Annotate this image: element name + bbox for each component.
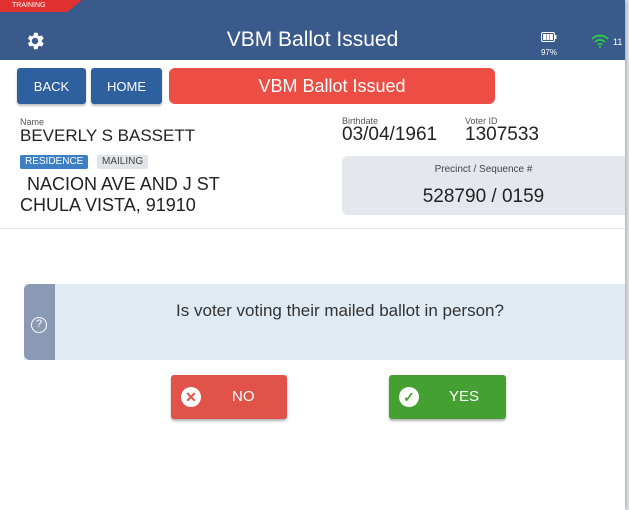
home-button[interactable]: HOME xyxy=(91,68,162,104)
no-label: NO xyxy=(232,388,255,405)
birthdate-value: 03/04/1961 xyxy=(342,124,438,145)
question-panel: ? Is voter voting their mailed ballot in… xyxy=(24,284,625,360)
voter-id-value: 1307533 xyxy=(465,124,539,145)
check-icon: ✓ xyxy=(399,387,419,407)
ballot-screen: TRAINING VBM Ballot Issued 97% 11 BACK H… xyxy=(0,0,625,510)
question-text: Is voter voting their mailed ballot in p… xyxy=(176,301,504,320)
address-line-1: NACION AVE AND J ST xyxy=(27,174,220,194)
close-icon: ✕ xyxy=(181,387,201,407)
training-ribbon: TRAINING xyxy=(0,0,82,12)
help-circle-icon: ? xyxy=(31,317,47,333)
precinct-value: 528790 / 0159 xyxy=(422,186,545,207)
page-title: VBM Ballot Issued xyxy=(226,28,399,51)
precinct-box: Precinct / Sequence # 528790 / 0159 xyxy=(342,156,625,215)
header-bar: TRAINING VBM Ballot Issued 97% 11 xyxy=(0,0,625,60)
yes-button[interactable]: ✓ YES xyxy=(389,375,506,419)
wifi-icon xyxy=(591,34,609,48)
precinct-label: Precinct / Sequence # xyxy=(434,164,533,175)
no-button[interactable]: ✕ NO xyxy=(171,375,287,419)
yes-label: YES xyxy=(449,388,480,405)
back-button[interactable]: BACK xyxy=(17,68,86,104)
mailing-tab[interactable]: MAILING xyxy=(97,155,149,169)
battery-icon xyxy=(541,32,557,42)
voter-name: BEVERLY S BASSETT xyxy=(20,126,196,145)
question-sidebar: ? xyxy=(24,284,55,360)
status-banner: VBM Ballot Issued xyxy=(169,68,495,104)
divider xyxy=(0,228,625,229)
residence-tab[interactable]: RESIDENCE xyxy=(20,155,89,169)
address-line-2: CHULA VISTA, 91910 xyxy=(20,195,196,215)
wifi-text: 11 xyxy=(613,37,623,47)
battery-indicator: 97% xyxy=(538,29,560,57)
battery-percent: 97% xyxy=(540,48,557,57)
